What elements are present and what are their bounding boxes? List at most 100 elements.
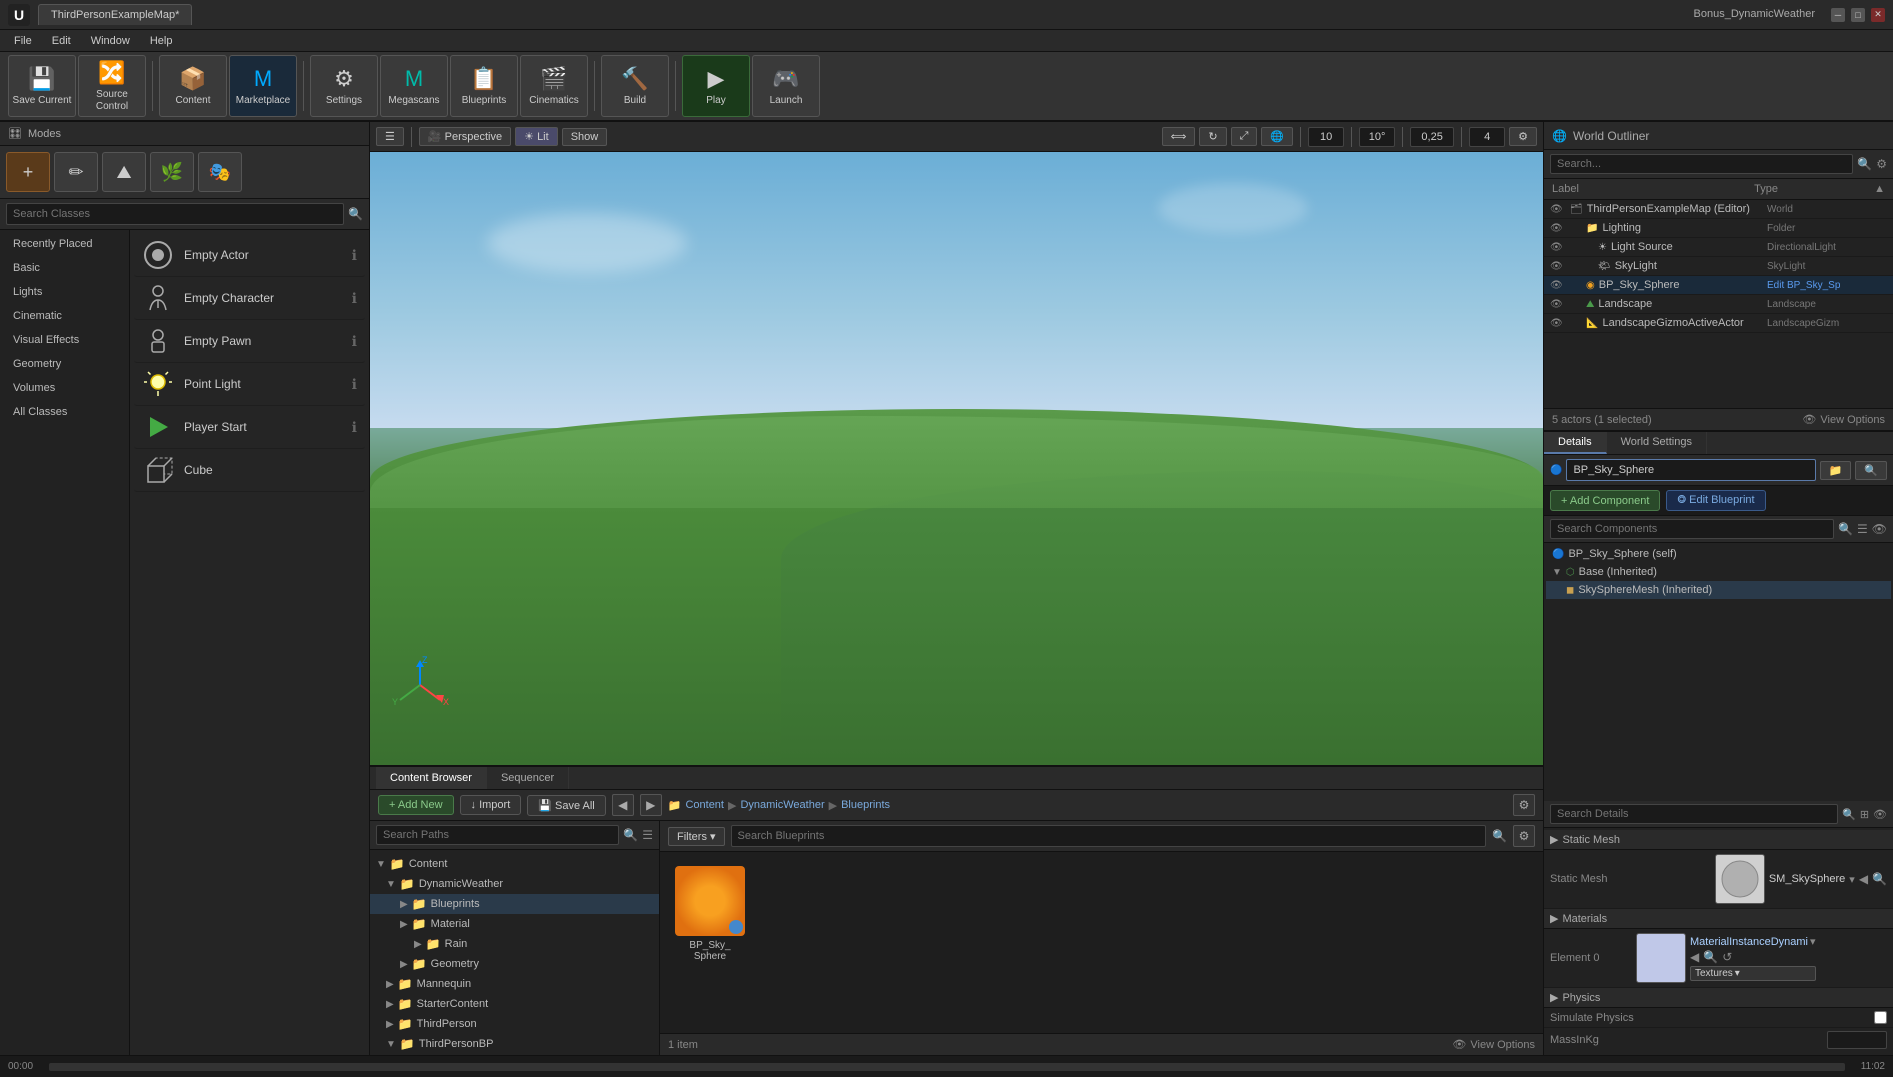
category-cinematic[interactable]: Cinematic xyxy=(0,304,129,328)
category-all-classes[interactable]: All Classes xyxy=(0,400,129,424)
mode-foliage-button[interactable]: 🌿 xyxy=(150,152,194,192)
play-button[interactable]: ▶ Play xyxy=(682,55,750,117)
tab-world-settings[interactable]: World Settings xyxy=(1607,432,1707,454)
simulate-physics-checkbox[interactable] xyxy=(1874,1011,1887,1024)
actor-point-light[interactable]: Point Light ℹ xyxy=(134,363,365,406)
paths-search-input[interactable] xyxy=(376,825,619,845)
grid-size-1[interactable]: 10 xyxy=(1308,127,1344,147)
bp-browse-button[interactable]: 📁 xyxy=(1820,461,1852,480)
material-reset-icon[interactable]: ↺ xyxy=(1722,950,1732,964)
folder-dynamic-weather[interactable]: ▼ 📁 DynamicWeather xyxy=(370,874,659,894)
category-volumes[interactable]: Volumes xyxy=(0,376,129,400)
filters-button[interactable]: Filters ▾ xyxy=(668,827,725,846)
close-button[interactable]: ✕ xyxy=(1871,8,1885,22)
actor-empty-character[interactable]: Empty Character ℹ xyxy=(134,277,365,320)
comp-bp-sky-self[interactable]: 🔵 BP_Sky_Sphere (self) xyxy=(1546,545,1891,563)
menu-file[interactable]: File xyxy=(6,33,40,49)
actor-empty-actor[interactable]: Empty Actor ℹ xyxy=(134,234,365,277)
outliner-item-landscape-gizmo[interactable]: 👁 📐 LandscapeGizmoActiveActor LandscapeG… xyxy=(1544,314,1893,333)
folder-content[interactable]: ▼ 📁 Content xyxy=(370,854,659,874)
outliner-item-light-source[interactable]: 👁 ☀ Light Source DirectionalLight xyxy=(1544,238,1893,257)
breadcrumb-dynamic-weather[interactable]: DynamicWeather xyxy=(740,799,824,811)
grid-size-2[interactable]: 10° xyxy=(1359,127,1395,147)
import-button[interactable]: ↓ Import xyxy=(460,795,522,815)
tab-details[interactable]: Details xyxy=(1544,432,1607,454)
view-options-button[interactable]: 👁 View Options xyxy=(1452,1038,1535,1051)
actor-player-start[interactable]: Player Start ℹ xyxy=(134,406,365,449)
asset-bp-sky-sphere[interactable]: BP_Sky_Sphere xyxy=(670,862,750,966)
add-new-button[interactable]: + Add New xyxy=(378,795,454,815)
edit-blueprint-button[interactable]: ⭗ Edit Blueprint xyxy=(1666,490,1765,511)
category-lights[interactable]: Lights xyxy=(0,280,129,304)
comp-base-inherited[interactable]: ▼ ⬡ Base (Inherited) xyxy=(1546,563,1891,581)
mode-paint-button[interactable]: ✏ xyxy=(54,152,98,192)
actor-empty-pawn[interactable]: Empty Pawn ℹ xyxy=(134,320,365,363)
breadcrumb-content[interactable]: Content xyxy=(685,799,724,811)
megascans-button[interactable]: M Megascans xyxy=(380,55,448,117)
viewport-menu-button[interactable]: ☰ xyxy=(376,127,404,146)
material-find-icon[interactable]: 🔍 xyxy=(1703,950,1718,964)
viewport-canvas[interactable]: Z X Y xyxy=(370,152,1543,765)
viewport-settings-button[interactable]: ⚙ xyxy=(1509,127,1537,146)
folder-blueprints[interactable]: ▶ 📁 Blueprints xyxy=(370,894,659,914)
menu-help[interactable]: Help xyxy=(142,33,181,49)
outliner-item-lighting[interactable]: 👁 📁 Lighting Folder xyxy=(1544,219,1893,238)
cinematics-button[interactable]: 🎬 Cinematics xyxy=(520,55,588,117)
show-button[interactable]: Show xyxy=(562,128,608,146)
actor-cube[interactable]: Cube xyxy=(134,449,365,492)
content-filter-settings-button[interactable]: ⚙ xyxy=(1513,825,1535,847)
static-mesh-find-icon[interactable]: 🔍 xyxy=(1872,872,1887,886)
folder-starter-content[interactable]: ▶ 📁 StarterContent xyxy=(370,994,659,1014)
maximize-button[interactable]: □ xyxy=(1851,8,1865,22)
tab-sequencer[interactable]: Sequencer xyxy=(487,767,569,789)
minimize-button[interactable]: ─ xyxy=(1831,8,1845,22)
perspective-button[interactable]: 🎥 Perspective xyxy=(419,127,511,146)
tab-content-browser[interactable]: Content Browser xyxy=(376,767,487,789)
place-search-input[interactable] xyxy=(6,203,344,225)
outliner-view-options-button[interactable]: 👁 View Options xyxy=(1802,413,1885,426)
folder-geometry[interactable]: ▶ 📁 Geometry xyxy=(370,954,659,974)
outliner-item-map[interactable]: 👁 🗂 ThirdPersonExampleMap (Editor) World xyxy=(1544,200,1893,219)
nav-back-button[interactable]: ◀ xyxy=(612,794,634,816)
folder-third-person-bp[interactable]: ▼ 📁 ThirdPersonBP xyxy=(370,1034,659,1054)
material-name-dropdown[interactable]: MaterialInstanceDynami ▾ xyxy=(1690,935,1816,948)
menu-edit[interactable]: Edit xyxy=(44,33,79,49)
outliner-item-landscape[interactable]: 👁 ⛰ Landscape Landscape xyxy=(1544,295,1893,314)
menu-window[interactable]: Window xyxy=(83,33,138,49)
vp-scale-button[interactable]: ⤢ xyxy=(1231,127,1258,146)
folder-third-person[interactable]: ▶ 📁 ThirdPerson xyxy=(370,1014,659,1034)
vp-translate-button[interactable]: ⟺ xyxy=(1162,127,1196,146)
add-component-button[interactable]: + Add Component xyxy=(1550,490,1660,511)
outliner-item-sky-light[interactable]: 👁 🌤 SkyLight SkyLight xyxy=(1544,257,1893,276)
grid-size-3[interactable]: 0,25 xyxy=(1410,127,1454,147)
folder-mannequin[interactable]: ▶ 📁 Mannequin xyxy=(370,974,659,994)
source-control-button[interactable]: 🔀 Source Control xyxy=(78,55,146,117)
material-back-icon[interactable]: ◀ xyxy=(1690,950,1699,964)
comp-sky-sphere-mesh[interactable]: ◼ SkySphereMesh (Inherited) xyxy=(1546,581,1891,599)
massin-value[interactable] xyxy=(1827,1031,1887,1049)
blueprints-button[interactable]: 📋 Blueprints xyxy=(450,55,518,117)
folder-material[interactable]: ▶ 📁 Material xyxy=(370,914,659,934)
static-mesh-dropdown[interactable]: SM_SkySphere ▾ xyxy=(1769,873,1855,886)
bp-search-button[interactable]: 🔍 xyxy=(1855,461,1887,480)
category-basic[interactable]: Basic xyxy=(0,256,129,280)
breadcrumb-blueprints[interactable]: Blueprints xyxy=(841,799,890,811)
content-button[interactable]: 📦 Content xyxy=(159,55,227,117)
content-settings-button[interactable]: ⚙ xyxy=(1513,794,1535,816)
component-search-input[interactable] xyxy=(1550,519,1834,539)
vp-world-button[interactable]: 🌐 xyxy=(1261,127,1293,146)
category-visual-effects[interactable]: Visual Effects xyxy=(0,328,129,352)
category-geometry[interactable]: Geometry xyxy=(0,352,129,376)
grid-layers[interactable]: 4 xyxy=(1469,127,1505,147)
outliner-search-input[interactable] xyxy=(1550,154,1853,174)
content-search-input[interactable] xyxy=(731,825,1487,847)
mode-landscape-button[interactable]: ⛰ xyxy=(102,152,146,192)
bp-name-input[interactable] xyxy=(1566,459,1815,481)
save-all-button[interactable]: 💾 Save All xyxy=(527,795,606,816)
nav-forward-button[interactable]: ▶ xyxy=(640,794,662,816)
details-search-input[interactable] xyxy=(1550,804,1838,824)
mode-place-button[interactable]: + xyxy=(6,152,50,192)
vp-rotate-button[interactable]: ↻ xyxy=(1199,127,1226,146)
save-current-button[interactable]: 💾 Save Current xyxy=(8,55,76,117)
folder-rain[interactable]: ▶ 📁 Rain xyxy=(370,934,659,954)
